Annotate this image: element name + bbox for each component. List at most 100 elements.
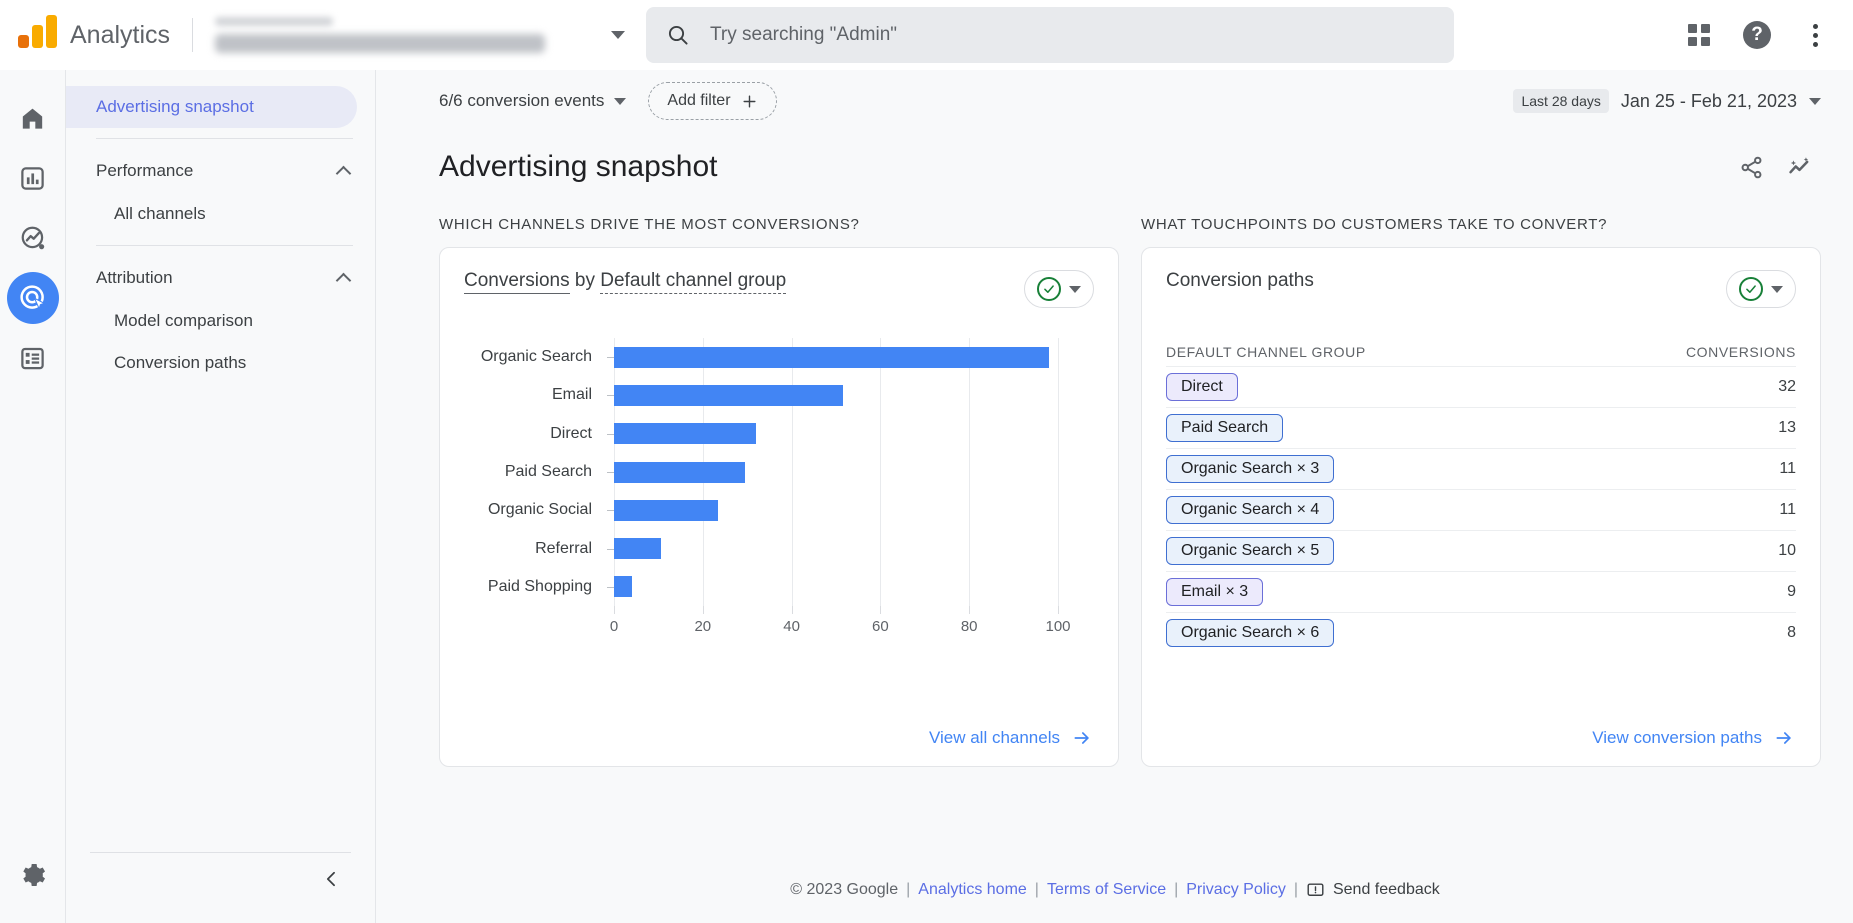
sidebar-item-advertising-snapshot[interactable]: Advertising snapshot <box>66 86 357 128</box>
nav-separator <box>96 138 353 139</box>
view-conversion-paths-label: View conversion paths <box>1592 728 1762 747</box>
footer-link-analytics-home[interactable]: Analytics home <box>918 881 1027 899</box>
conversion-events-selector[interactable]: 6/6 conversion events <box>439 91 627 111</box>
right-column: What touchpoints do customers take to co… <box>1141 216 1821 767</box>
channel-chip[interactable]: Organic Search × 4 <box>1166 496 1335 524</box>
table-row[interactable]: Organic Search × 5 10 <box>1166 530 1796 571</box>
rail-item-advertising[interactable] <box>6 272 59 324</box>
footer-link-terms[interactable]: Terms of Service <box>1047 881 1166 899</box>
insights-button[interactable] <box>1777 145 1821 189</box>
view-conversion-paths-link[interactable]: View conversion paths <box>1592 728 1794 748</box>
bar-row <box>614 461 1058 483</box>
y-axis-tick <box>607 395 614 397</box>
share-button[interactable] <box>1729 145 1773 189</box>
channel-chip[interactable]: Organic Search × 5 <box>1166 537 1335 565</box>
bar-category-label: Referral <box>535 539 592 557</box>
bar-row <box>614 346 1058 368</box>
add-filter-button[interactable]: Add filter <box>648 82 777 120</box>
help-icon[interactable]: ? <box>1733 11 1781 59</box>
x-axis-tick <box>969 606 971 614</box>
chevron-down-icon <box>1771 285 1783 293</box>
nav-bottom-divider <box>90 852 351 853</box>
sidebar-group-performance[interactable]: Performance <box>66 149 375 193</box>
view-all-channels-link[interactable]: View all channels <box>929 728 1092 748</box>
filter-bar: 6/6 conversion events Add filter Last 28… <box>377 70 1853 132</box>
feedback-icon <box>1307 882 1324 896</box>
add-filter-label: Add filter <box>667 92 731 109</box>
conversions-by-channel-card: Conversions by Default channel group Org… <box>439 247 1119 767</box>
sidebar-item-all-channels[interactable]: All channels <box>66 193 357 235</box>
more-vert-icon[interactable] <box>1791 11 1839 59</box>
conversions-value: 10 <box>1778 542 1796 559</box>
conversions-value: 8 <box>1787 624 1796 641</box>
rail-item-home[interactable] <box>7 92 59 144</box>
table-row[interactable]: Email × 3 9 <box>1166 571 1796 612</box>
bar[interactable] <box>614 576 632 598</box>
rail-item-library[interactable] <box>7 332 59 384</box>
card-title-by: by <box>574 270 595 291</box>
advertising-target-icon <box>19 285 46 311</box>
chevron-left-icon <box>326 871 335 887</box>
page-actions <box>1729 145 1821 189</box>
channel-chip[interactable]: Organic Search × 6 <box>1166 619 1335 647</box>
rail-item-reports[interactable] <box>7 152 59 204</box>
table-row[interactable]: Organic Search × 6 8 <box>1166 612 1796 653</box>
send-feedback-button[interactable]: Send feedback <box>1306 881 1440 900</box>
sidebar-item-label: All channels <box>114 204 206 223</box>
card-title: Conversion paths <box>1166 270 1314 291</box>
bar-chart: Organic Search Email Direct Paid Search Orga… <box>464 338 1094 638</box>
bar-row <box>614 499 1058 521</box>
card-title-metric[interactable]: Conversions <box>464 270 570 294</box>
footer-link-privacy[interactable]: Privacy Policy <box>1186 881 1286 899</box>
channel-chip[interactable]: Paid Search <box>1166 414 1284 442</box>
bar[interactable] <box>614 538 661 560</box>
sidebar-item-model-comparison[interactable]: Model comparison <box>66 300 357 342</box>
home-icon <box>22 108 43 129</box>
send-feedback-label: Send feedback <box>1332 881 1440 898</box>
metric-selector-button[interactable] <box>1024 270 1094 308</box>
y-axis-tick <box>607 548 614 550</box>
chevron-down-icon <box>614 97 627 105</box>
left-column: Which channels drive the most conversion… <box>439 216 1119 767</box>
bar-category-label: Direct <box>550 424 592 442</box>
sidebar-item-conversion-paths[interactable]: Conversion paths <box>66 342 357 384</box>
search-input[interactable]: Try searching "Admin" <box>646 7 1454 63</box>
channel-chip[interactable]: Email × 3 <box>1166 578 1264 606</box>
property-selector[interactable] <box>211 12 631 58</box>
conversions-value: 11 <box>1779 460 1796 477</box>
chevron-down-icon <box>1069 285 1081 293</box>
table-row[interactable]: Organic Search × 4 11 <box>1166 489 1796 530</box>
view-all-channels-label: View all channels <box>928 728 1060 747</box>
analytics-app: Analytics Try searching "Admin" ? Advert… <box>0 0 1853 923</box>
chevron-up-icon <box>335 272 352 288</box>
x-axis-tick-label: 0 <box>609 618 619 635</box>
table-row[interactable]: Paid Search 13 <box>1166 407 1796 448</box>
rail-item-explore[interactable] <box>7 212 59 264</box>
bar[interactable] <box>614 461 745 483</box>
footer-separator: | <box>1293 881 1298 898</box>
y-axis-tick <box>607 510 614 512</box>
table-row[interactable]: Organic Search × 3 11 <box>1166 448 1796 489</box>
property-account-name-redacted <box>215 17 334 26</box>
chevron-down-icon <box>611 31 626 39</box>
arrow-right-icon <box>1776 732 1791 744</box>
channel-chip[interactable]: Direct <box>1166 373 1238 401</box>
metric-selector-button[interactable] <box>1726 270 1796 308</box>
brand-title: Analytics <box>70 20 171 49</box>
bar-category-label: Organic Social <box>487 501 592 519</box>
table-row[interactable]: Direct 32 <box>1166 366 1796 407</box>
bar[interactable] <box>614 423 757 445</box>
chevron-down-icon <box>1809 97 1821 105</box>
channel-chip[interactable]: Organic Search × 3 <box>1166 455 1335 483</box>
bar[interactable] <box>614 384 843 406</box>
collapse-nav-button[interactable] <box>310 857 354 901</box>
bar[interactable] <box>614 346 1050 368</box>
x-axis-tick <box>702 606 704 614</box>
sidebar-group-attribution[interactable]: Attribution <box>66 256 375 300</box>
apps-grid-icon[interactable] <box>1675 11 1723 59</box>
bar-category-label: Paid Shopping <box>487 577 592 595</box>
card-title-dimension[interactable]: Default channel group <box>600 270 787 294</box>
rail-item-admin[interactable] <box>7 849 59 901</box>
date-range-picker[interactable]: Last 28 days Jan 25 - Feb 21, 2023 <box>1513 89 1821 113</box>
bar[interactable] <box>614 499 719 521</box>
